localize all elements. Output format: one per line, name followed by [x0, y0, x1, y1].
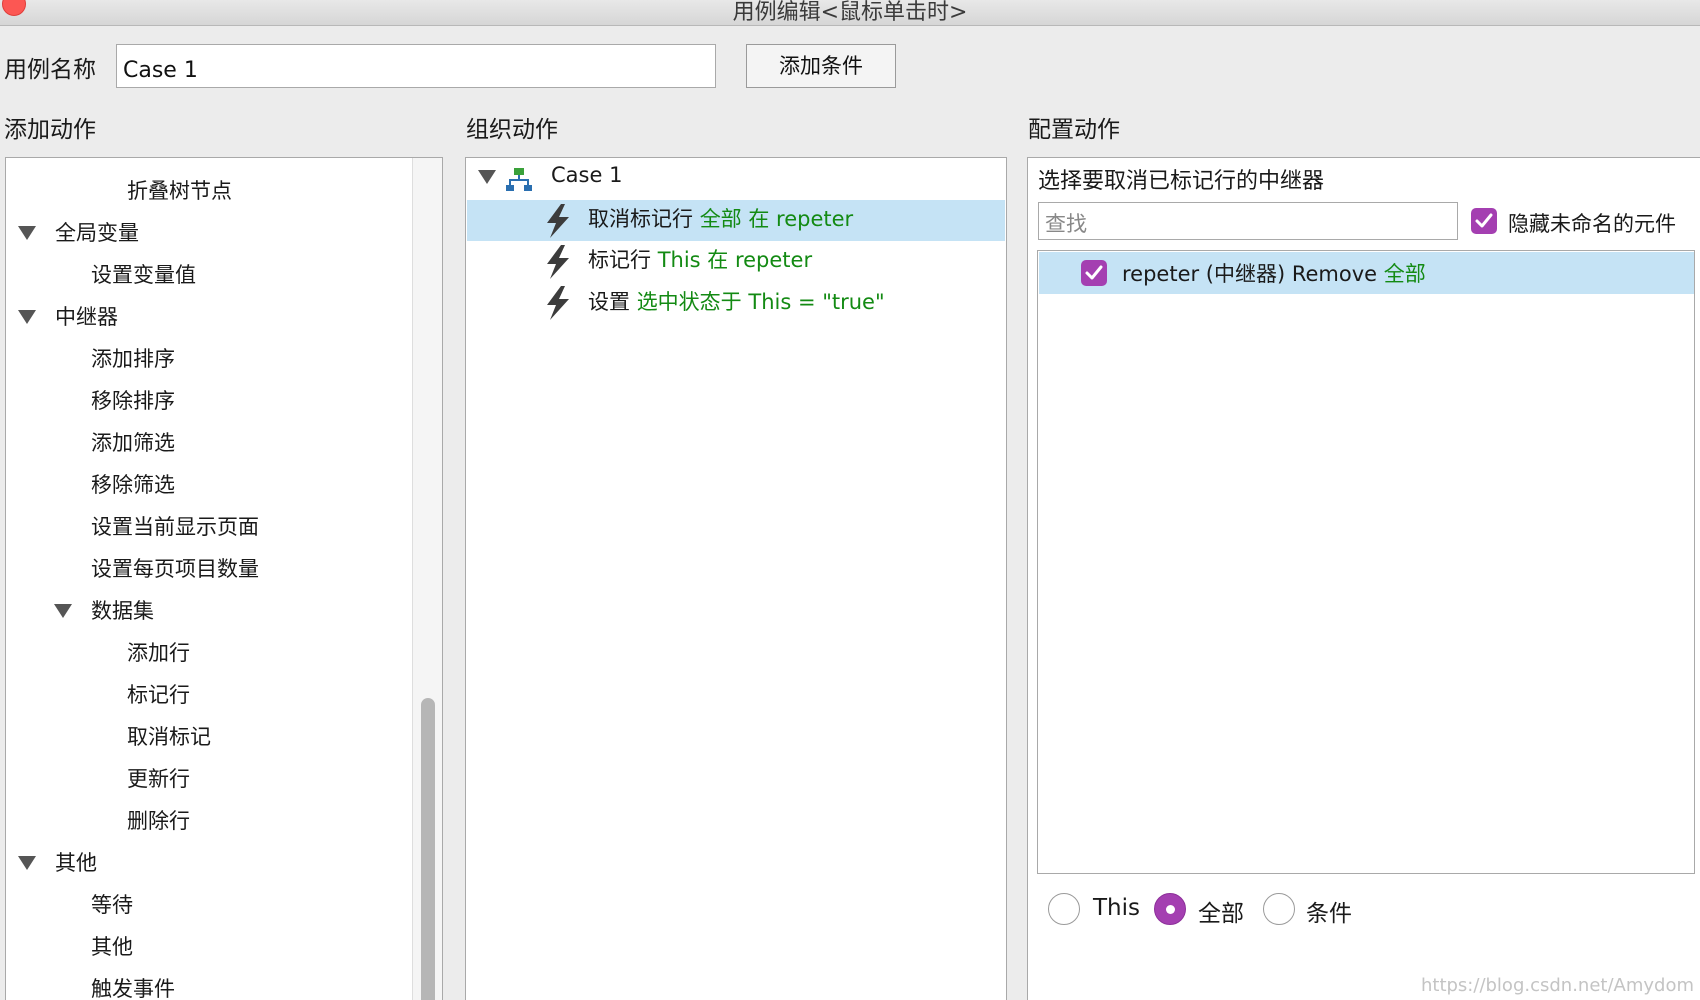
- lightning-action-icon: [547, 286, 569, 320]
- target-checkbox[interactable]: [1081, 260, 1107, 286]
- action-detail: This 在 repeter: [657, 248, 813, 272]
- radio-condition[interactable]: [1263, 893, 1295, 925]
- radio-all[interactable]: [1154, 893, 1186, 925]
- action-row-set-selected[interactable]: 设置 选中状态于 This = "true": [588, 286, 885, 316]
- tree-scrollbar[interactable]: [412, 158, 442, 1000]
- window-titlebar: 用例编辑<鼠标单击时>: [0, 0, 1700, 26]
- hide-unnamed-checkbox[interactable]: [1471, 208, 1497, 234]
- tree-group-dataset[interactable]: 数据集: [91, 595, 154, 625]
- collapse-triangle-icon[interactable]: [54, 604, 72, 618]
- tree-item-set-variable[interactable]: 设置变量值: [91, 259, 196, 289]
- tree-item-add-row[interactable]: 添加行: [127, 637, 190, 667]
- action-row-unmark[interactable]: 取消标记行 全部 在 repeter: [588, 203, 853, 233]
- configure-action-heading: 配置动作: [1028, 117, 1120, 143]
- collapse-triangle-icon[interactable]: [18, 310, 36, 324]
- lightning-action-icon: [547, 204, 569, 238]
- search-input[interactable]: [1038, 202, 1458, 240]
- action-verb: 取消标记行: [588, 207, 693, 231]
- tree-item-delete-row[interactable]: 删除行: [127, 805, 190, 835]
- radio-this[interactable]: [1048, 893, 1080, 925]
- tree-item-unmark-row[interactable]: 取消标记: [127, 721, 211, 751]
- collapse-triangle-icon[interactable]: [18, 856, 36, 870]
- repeater-target-list: repeter (中继器) Remove 全部: [1037, 250, 1695, 874]
- configure-heading: 选择要取消已标记行的中继器: [1038, 169, 1325, 194]
- organize-action-panel: Case 1 取消标记行 全部 在 repeter 标记行 This 在 rep…: [465, 157, 1007, 1000]
- radio-all-label: 全部: [1198, 901, 1244, 927]
- tree-item-update-row[interactable]: 更新行: [127, 763, 190, 793]
- action-verb: 设置: [588, 290, 630, 314]
- add-action-panel: 折叠树节点 全局变量 设置变量值 中继器 添加排序 移除排序 添加筛选 移除筛选…: [5, 157, 443, 1000]
- tree-item-wait[interactable]: 等待: [91, 889, 133, 919]
- action-verb: 标记行: [588, 248, 651, 272]
- add-condition-button[interactable]: 添加条件: [746, 44, 896, 88]
- radio-condition-label: 条件: [1306, 901, 1352, 927]
- tree-item-add-filter[interactable]: 添加筛选: [91, 427, 175, 457]
- tree-item-collapse-node[interactable]: 折叠树节点: [127, 175, 232, 205]
- organize-action-heading: 组织动作: [466, 117, 558, 143]
- action-detail: 选中状态于 This = "true": [636, 290, 885, 314]
- case-tree-icon: [506, 168, 532, 191]
- collapse-triangle-icon[interactable]: [18, 226, 36, 240]
- add-action-heading: 添加动作: [4, 117, 96, 143]
- collapse-triangle-icon[interactable]: [478, 170, 496, 184]
- tree-item-remove-sort[interactable]: 移除排序: [91, 385, 175, 415]
- case-name-label: 用例名称: [4, 57, 96, 83]
- target-name: repeter (中继器) Remove: [1122, 262, 1378, 286]
- tree-item-fire-event[interactable]: 触发事件: [91, 973, 175, 1000]
- tree-group-other[interactable]: 其他: [55, 847, 97, 877]
- checkmark-icon: [1085, 265, 1103, 280]
- tree-group-global-variables[interactable]: 全局变量: [55, 217, 139, 247]
- tree-scrollbar-thumb[interactable]: [421, 698, 435, 1000]
- hide-unnamed-label: 隐藏未命名的元件: [1508, 212, 1676, 236]
- radio-this-label: This: [1093, 895, 1140, 921]
- window-title: 用例编辑<鼠标单击时>: [732, 0, 968, 25]
- action-detail: 全部 在 repeter: [699, 207, 854, 231]
- target-row-repeter[interactable]: repeter (中继器) Remove 全部: [1122, 258, 1426, 288]
- tree-item-mark-row[interactable]: 标记行: [127, 679, 190, 709]
- tree-item-other[interactable]: 其他: [91, 931, 133, 961]
- tree-item-set-items-per-page[interactable]: 设置每页项目数量: [91, 553, 259, 583]
- watermark: https://blog.csdn.net/Amydom: [1420, 975, 1694, 996]
- case-node-label[interactable]: Case 1: [551, 163, 622, 187]
- tree-item-add-sort[interactable]: 添加排序: [91, 343, 175, 373]
- action-row-mark[interactable]: 标记行 This 在 repeter: [588, 244, 812, 274]
- tree-group-repeater[interactable]: 中继器: [55, 301, 118, 331]
- tree-item-set-current-page[interactable]: 设置当前显示页面: [91, 511, 259, 541]
- checkmark-icon: [1475, 213, 1493, 228]
- case-name-input[interactable]: [116, 44, 716, 88]
- lightning-action-icon: [547, 245, 569, 279]
- target-detail: 全部: [1383, 262, 1426, 286]
- tree-item-remove-filter[interactable]: 移除筛选: [91, 469, 175, 499]
